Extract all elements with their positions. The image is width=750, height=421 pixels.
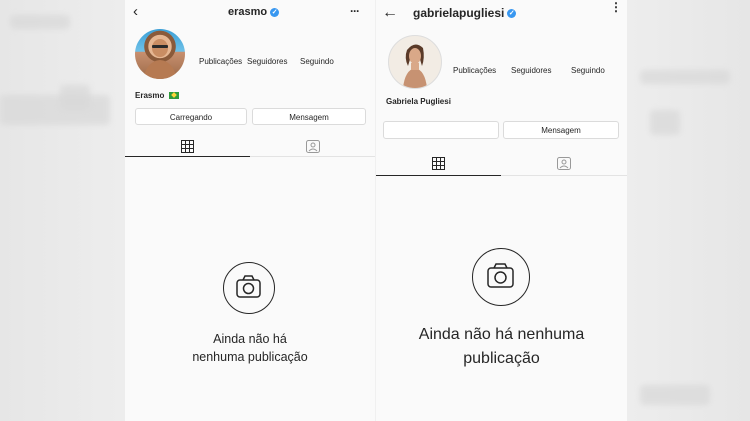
profile-screen-erasmo: ‹ erasmo ✓ ··· Publicações Seguidores Se… (125, 0, 375, 421)
tab-grid[interactable] (125, 136, 250, 157)
empty-line-2: publicação (463, 350, 540, 367)
brazil-flag-icon (169, 92, 180, 99)
message-button[interactable]: Mensagem (252, 108, 366, 125)
back-arrow-icon[interactable]: ← (382, 5, 398, 21)
follow-button[interactable] (383, 121, 499, 139)
username-text: gabrielapugliesi (413, 6, 505, 20)
profile-avatar[interactable] (135, 29, 185, 79)
profile-tabs (125, 136, 375, 157)
stat-seguindo[interactable]: Seguindo (571, 66, 605, 75)
stat-seguindo[interactable]: Seguindo (300, 57, 334, 66)
empty-line-1: Ainda não há nenhuma (418, 326, 585, 343)
stat-publicacoes[interactable]: Publicações (199, 57, 242, 66)
more-options-icon[interactable]: ··· (350, 4, 360, 18)
tagged-person-icon (305, 139, 320, 153)
top-bar: ‹ erasmo ✓ ··· (125, 0, 375, 26)
empty-line-2: nenhuma publicação (192, 350, 308, 364)
back-chevron-icon[interactable]: ‹ (133, 4, 138, 20)
message-button[interactable]: Mensagem (503, 121, 619, 139)
profile-avatar[interactable] (388, 35, 442, 89)
verified-badge-icon: ✓ (270, 7, 280, 17)
tab-tagged[interactable] (501, 152, 627, 175)
profile-screen-gabrielapugliesi: ← gabrielapugliesi ✓ ⋮ Publicações Segui… (376, 0, 627, 421)
profile-display-name: Gabriela Pugliesi (386, 97, 451, 106)
stat-seguidores[interactable]: Seguidores (511, 66, 551, 75)
username-text: erasmo (228, 6, 268, 18)
tagged-person-icon (557, 157, 571, 170)
more-options-icon[interactable]: ⋮ (610, 1, 622, 13)
top-bar: ← gabrielapugliesi ✓ ⋮ (376, 0, 627, 26)
loading-button[interactable]: Carregando (135, 108, 247, 125)
tab-tagged[interactable] (250, 136, 375, 156)
stat-publicacoes[interactable]: Publicações (453, 66, 496, 75)
profile-display-name: Erasmo (135, 91, 180, 100)
camera-circle-icon (472, 248, 530, 306)
empty-state-text: Ainda não há nenhuma publicação (376, 323, 627, 371)
grid-icon (432, 157, 445, 170)
profile-username: gabrielapugliesi ✓ (413, 6, 517, 20)
camera-circle-icon (223, 262, 275, 314)
avatar-image (143, 39, 177, 79)
stat-seguidores[interactable]: Seguidores (247, 57, 287, 66)
profile-stats: Publicações Seguidores Seguindo (125, 57, 375, 69)
empty-line-1: Ainda não há (213, 332, 287, 346)
profile-tabs (376, 152, 627, 176)
camera-icon (236, 275, 261, 298)
profile-username: erasmo ✓ (228, 6, 280, 18)
display-name-text: Erasmo (135, 91, 165, 100)
profile-stats: Publicações Seguidores Seguindo (376, 66, 627, 78)
avatar-image (403, 44, 427, 88)
empty-state-text: Ainda não há nenhuma publicação (125, 330, 375, 366)
display-name-text: Gabriela Pugliesi (386, 97, 451, 106)
tab-grid[interactable] (376, 152, 501, 176)
blurred-background (0, 0, 750, 421)
camera-icon (487, 263, 514, 288)
verified-badge-icon: ✓ (507, 8, 517, 18)
grid-icon (181, 139, 194, 153)
